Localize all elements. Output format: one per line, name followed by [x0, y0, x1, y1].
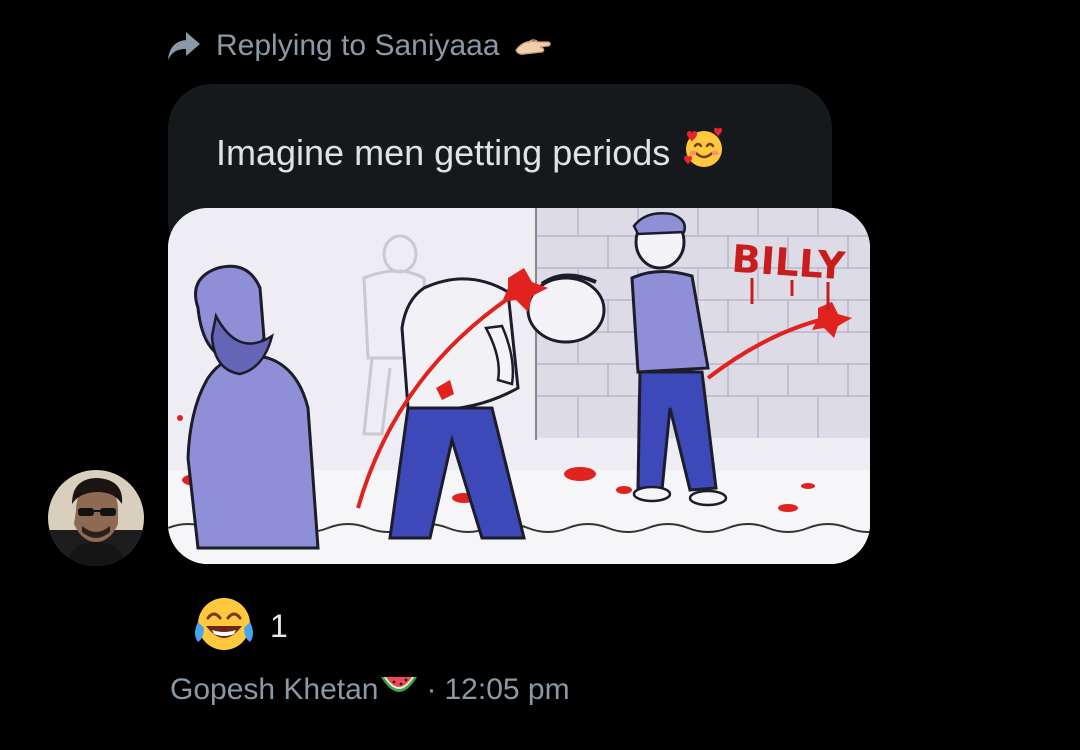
sender-name[interactable]: Gopesh Khetan [170, 673, 379, 707]
reaction-chip[interactable]: 1 [192, 596, 288, 656]
message-meta: Gopesh Khetan · 12:05 pm [170, 670, 570, 710]
message-image[interactable]: BILLY [168, 208, 870, 564]
reply-username[interactable]: Saniyaaa [374, 29, 499, 62]
sender-avatar[interactable] [48, 470, 144, 566]
meta-separator: · [426, 673, 437, 706]
palm-down-hand-icon [514, 34, 552, 58]
message-text-row: Imagine men getting periods [216, 126, 726, 179]
reply-header[interactable]: Replying to Saniyaaa [166, 26, 552, 66]
watermelon-icon [379, 671, 419, 709]
reply-arrow-icon [166, 30, 202, 62]
smiling-face-with-hearts-icon [682, 126, 726, 179]
wall-graffiti-text: BILLY [730, 237, 846, 289]
message-text: Imagine men getting periods [216, 131, 671, 173]
face-with-tears-of-joy-icon [192, 594, 256, 658]
reaction-count: 1 [270, 607, 288, 644]
message-time: 12:05 pm [444, 673, 570, 706]
reply-prefix: Replying to [216, 29, 367, 62]
